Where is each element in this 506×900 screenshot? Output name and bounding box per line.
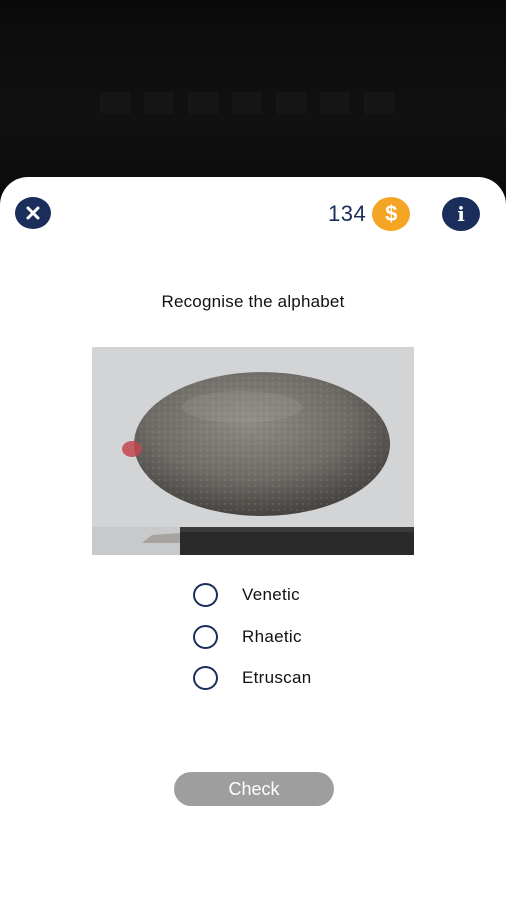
- option-label: Etruscan: [242, 668, 312, 687]
- close-button[interactable]: [15, 197, 51, 229]
- option-venetic[interactable]: Venetic: [193, 582, 312, 608]
- option-label: Venetic: [242, 585, 300, 604]
- radio-button[interactable]: [193, 624, 218, 649]
- coin-icon: $: [372, 197, 411, 231]
- stone-illustration: [92, 347, 414, 555]
- coin-count: 134: [328, 201, 367, 226]
- option-rhaetic[interactable]: Rhaetic: [193, 624, 312, 650]
- answer-options: Venetic Rhaetic Etruscan: [193, 582, 312, 707]
- radio-button[interactable]: [193, 583, 218, 607]
- info-icon: i: [457, 202, 465, 226]
- close-icon: [26, 206, 40, 220]
- check-button[interactable]: Check: [174, 772, 334, 806]
- background-overlay: [0, 0, 506, 200]
- artifact-image: [92, 347, 414, 555]
- info-button[interactable]: i: [442, 197, 480, 231]
- blurred-background-content: [100, 92, 400, 114]
- coin-balance: 134 $: [328, 197, 411, 231]
- option-etruscan[interactable]: Etruscan: [193, 665, 312, 691]
- radio-button[interactable]: [193, 666, 218, 690]
- option-label: Rhaetic: [242, 626, 302, 646]
- question-prompt: Recognise the alphabet: [161, 292, 345, 311]
